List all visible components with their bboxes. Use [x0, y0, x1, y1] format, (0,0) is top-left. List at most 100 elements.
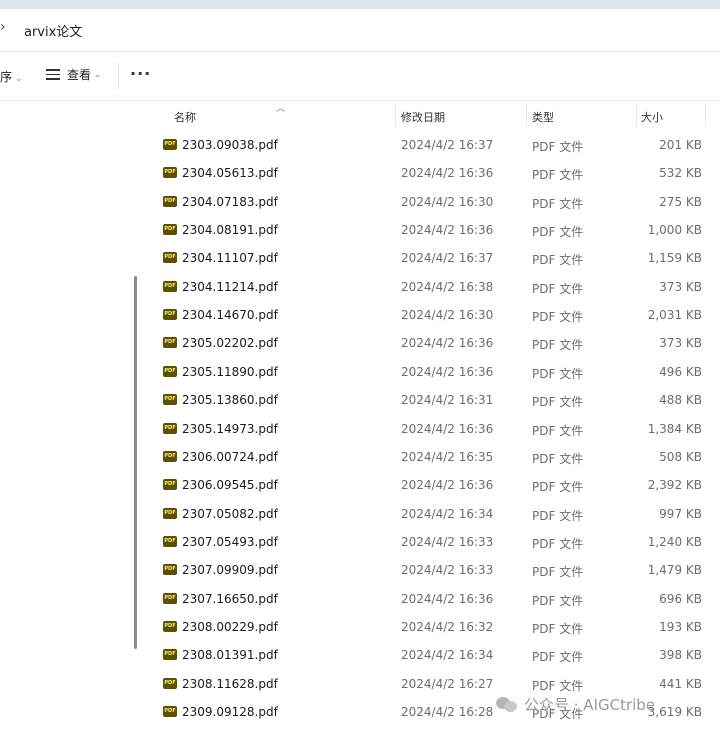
wechat-icon: [496, 695, 518, 713]
sort-button[interactable]: 序 ⌄: [0, 68, 23, 85]
file-type: PDF 文件: [532, 480, 584, 495]
column-header-date[interactable]: 修改日期: [401, 109, 445, 125]
file-row[interactable]: PDF 2305.14973.pdf 2024/4/2 16:36 PDF 文件 1,3…: [143, 415, 720, 443]
more-options-button[interactable]: ···: [130, 64, 151, 83]
pdf-file-icon: PDF: [163, 309, 177, 321]
pdf-file-icon: PDF: [163, 592, 177, 604]
file-size: 201 KB: [659, 138, 702, 152]
file-date: 2024/4/2 16:36: [401, 166, 494, 181]
file-name: 2304.14670.pdf: [182, 308, 278, 323]
file-type: PDF 文件: [532, 168, 584, 183]
file-row[interactable]: PDF 2304.08191.pdf 2024/4/2 16:36 PDF 文件 1,0…: [143, 216, 720, 244]
pdf-file-icon: PDF: [163, 450, 177, 462]
chevron-right-icon[interactable]: ›: [0, 19, 6, 35]
file-size: 398 KB: [659, 648, 702, 663]
file-size: 1,159 KB: [647, 251, 702, 266]
file-name: 2308.01391.pdf: [182, 648, 278, 663]
file-row[interactable]: PDF 2304.07183.pdf 2024/4/2 16:30 PDF 文件 275…: [143, 188, 720, 216]
file-size: 508 KB: [659, 449, 702, 464]
file-date: 2024/4/2 16:34: [401, 506, 494, 521]
sort-ascending-icon: ︿: [276, 104, 286, 114]
file-row[interactable]: PDF 2305.02202.pdf 2024/4/2 16:36 PDF 文件 373…: [143, 329, 720, 357]
file-date: 2024/4/2 16:30: [401, 194, 494, 209]
column-divider[interactable]: [636, 104, 637, 126]
file-size: 696 KB: [659, 591, 702, 606]
file-date: 2024/4/2 16:31: [401, 393, 494, 408]
toolbar-divider: [118, 62, 119, 90]
file-name: 2305.11890.pdf: [182, 364, 278, 379]
view-button[interactable]: 查看 ⌄: [46, 66, 102, 83]
file-row[interactable]: PDF 2304.14670.pdf 2024/4/2 16:30 PDF 文件 2,0…: [143, 301, 720, 329]
file-date: 2024/4/2 16:33: [401, 534, 494, 549]
file-name: 2307.05082.pdf: [182, 506, 278, 521]
file-name: 2306.00724.pdf: [182, 449, 278, 464]
column-divider[interactable]: [395, 104, 396, 126]
file-row[interactable]: PDF 2307.16650.pdf 2024/4/2 16:36 PDF 文件 696…: [143, 585, 720, 613]
file-row[interactable]: PDF 2303.09038.pdf 2024/4/2 16:37 PDF 文件 201…: [143, 131, 720, 159]
address-bar[interactable]: › arvix论文: [0, 9, 720, 52]
file-row[interactable]: PDF 2306.09545.pdf 2024/4/2 16:36 PDF 文件 2,3…: [143, 471, 720, 499]
file-row[interactable]: PDF 2308.01391.pdf 2024/4/2 16:34 PDF 文件 398…: [143, 641, 720, 669]
window-top-strip: [0, 0, 720, 9]
pdf-file-icon: PDF: [163, 706, 177, 717]
file-date: 2024/4/2 16:32: [401, 619, 494, 634]
file-row[interactable]: PDF 2307.05493.pdf 2024/4/2 16:33 PDF 文件 1,2…: [143, 528, 720, 556]
address-path[interactable]: arvix论文: [24, 21, 82, 40]
column-header-name[interactable]: 名称: [174, 109, 196, 125]
file-name: 2306.09545.pdf: [182, 478, 278, 493]
file-type: PDF 文件: [532, 281, 584, 296]
chevron-down-icon: ⌄: [15, 74, 23, 84]
file-date: 2024/4/2 16:36: [401, 421, 494, 436]
file-row[interactable]: PDF 2305.11890.pdf 2024/4/2 16:36 PDF 文件 496…: [143, 358, 720, 386]
file-name: 2304.11107.pdf: [182, 251, 278, 266]
file-row[interactable]: PDF 2304.11214.pdf 2024/4/2 16:38 PDF 文件 373…: [143, 273, 720, 301]
file-date: 2024/4/2 16:37: [401, 251, 494, 266]
file-type: PDF 文件: [532, 423, 584, 438]
file-row[interactable]: PDF 2304.05613.pdf 2024/4/2 16:36 PDF 文件 532…: [143, 159, 720, 187]
column-divider[interactable]: [526, 104, 527, 126]
file-size: 1,479 KB: [647, 563, 702, 578]
file-date: 2024/4/2 16:38: [401, 279, 494, 294]
pdf-file-icon: PDF: [163, 422, 177, 434]
file-size: 3,619 KB: [647, 705, 702, 719]
file-row[interactable]: PDF 2308.00229.pdf 2024/4/2 16:32 PDF 文件 193…: [143, 613, 720, 641]
file-name: 2307.05493.pdf: [182, 534, 278, 549]
file-date: 2024/4/2 16:36: [401, 336, 494, 351]
file-size: 1,000 KB: [647, 223, 702, 238]
file-size: 997 KB: [659, 506, 702, 521]
file-name: 2309.09128.pdf: [182, 705, 278, 719]
file-type: PDF 文件: [532, 593, 584, 608]
pdf-file-icon: PDF: [163, 620, 177, 632]
column-divider[interactable]: [705, 104, 706, 126]
file-row[interactable]: PDF 2306.00724.pdf 2024/4/2 16:35 PDF 文件 508…: [143, 443, 720, 471]
file-row[interactable]: PDF 2304.11107.pdf 2024/4/2 16:37 PDF 文件 1,1…: [143, 244, 720, 272]
navigation-scrollbar[interactable]: [134, 276, 137, 649]
file-type: PDF 文件: [532, 140, 584, 154]
navigation-pane: [0, 101, 131, 733]
file-row[interactable]: PDF 2307.05082.pdf 2024/4/2 16:34 PDF 文件 997…: [143, 500, 720, 528]
pdf-file-icon: PDF: [163, 337, 177, 349]
file-size: 496 KB: [659, 364, 702, 379]
file-size: 373 KB: [659, 279, 702, 294]
file-type: PDF 文件: [532, 621, 584, 636]
file-date: 2024/4/2 16:33: [401, 563, 494, 578]
file-size: 488 KB: [659, 393, 702, 408]
file-name: 2308.11628.pdf: [182, 676, 278, 691]
pdf-file-icon: PDF: [163, 139, 177, 150]
pdf-file-icon: PDF: [163, 195, 177, 207]
file-row[interactable]: PDF 2307.09909.pdf 2024/4/2 16:33 PDF 文件 1,4…: [143, 556, 720, 584]
file-size: 1,384 KB: [647, 421, 702, 436]
sort-button-label: 序: [0, 70, 13, 84]
file-type: PDF 文件: [532, 650, 584, 665]
file-date: 2024/4/2 16:34: [401, 648, 494, 663]
file-row[interactable]: PDF 2305.13860.pdf 2024/4/2 16:31 PDF 文件 488…: [143, 386, 720, 414]
file-name: 2303.09038.pdf: [182, 138, 278, 152]
file-type: PDF 文件: [532, 565, 584, 580]
file-name: 2305.13860.pdf: [182, 393, 278, 408]
column-header-type[interactable]: 类型: [532, 109, 554, 125]
pdf-file-icon: PDF: [163, 507, 177, 519]
pdf-file-icon: PDF: [163, 224, 177, 236]
column-header-row: ︿ 名称 修改日期 类型 大小: [143, 101, 720, 128]
file-name: 2304.08191.pdf: [182, 223, 278, 238]
column-header-size[interactable]: 大小: [641, 109, 663, 125]
